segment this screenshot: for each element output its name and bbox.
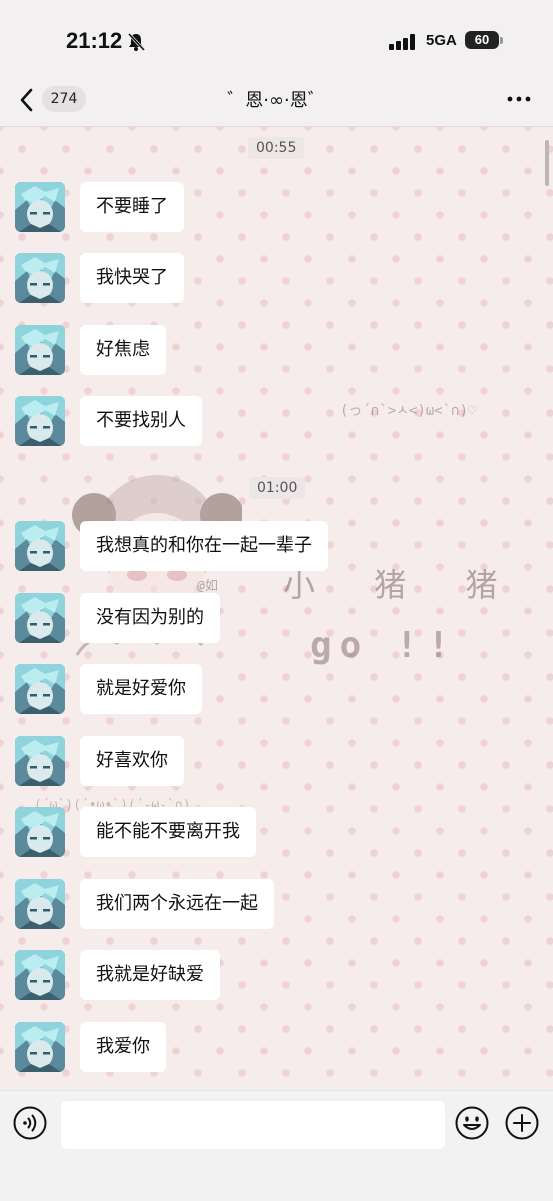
status-bar: 21:12 5GA 60 <box>0 0 553 80</box>
avatar[interactable] <box>15 396 65 446</box>
chat-timestamp: 01:00 <box>249 477 306 499</box>
plus-icon[interactable] <box>505 1106 539 1140</box>
bell-slash-icon <box>127 32 146 52</box>
message-row: 我想真的和你在一起一辈子 <box>0 521 553 573</box>
message-bubble[interactable]: 我们两个永远在一起 <box>80 879 274 929</box>
avatar[interactable] <box>15 253 65 303</box>
chat-scrollbar[interactable] <box>545 140 549 186</box>
message-row: 好焦虑 <box>0 325 553 377</box>
avatar[interactable] <box>15 807 65 857</box>
avatar[interactable] <box>15 664 65 714</box>
chat-header: 274 ゛恩·∞·恩゛ <box>0 80 553 127</box>
avatar[interactable] <box>15 736 65 786</box>
avatar[interactable] <box>15 521 65 571</box>
message-bubble[interactable]: 我想真的和你在一起一辈子 <box>80 521 328 571</box>
message-bubble[interactable]: 能不能不要离开我 <box>80 807 256 857</box>
message-bubble[interactable]: 我爱你 <box>80 1022 166 1072</box>
message-bubble[interactable]: 我快哭了 <box>80 253 184 303</box>
battery-level: 60 <box>465 31 499 49</box>
message-row: 没有因为别的 <box>0 593 553 645</box>
background-watermark: @如 <box>197 579 218 594</box>
chat-timestamp: 00:55 <box>248 137 305 159</box>
message-row: 我们两个永远在一起 <box>0 879 553 931</box>
signal-icon <box>389 34 415 50</box>
avatar[interactable] <box>15 593 65 643</box>
message-bubble[interactable]: 不要找别人 <box>80 396 202 446</box>
avatar[interactable] <box>15 950 65 1000</box>
avatar[interactable] <box>15 1022 65 1072</box>
avatar[interactable] <box>15 325 65 375</box>
message-input-bar <box>0 1090 553 1201</box>
network-type: 5GA <box>426 32 457 49</box>
message-bubble[interactable]: 好喜欢你 <box>80 736 184 786</box>
message-bubble[interactable]: 不要睡了 <box>80 182 184 232</box>
message-row: 能不能不要离开我 <box>0 807 553 859</box>
emoji-icon[interactable] <box>455 1106 489 1140</box>
message-bubble[interactable]: 好焦虑 <box>80 325 166 375</box>
message-bubble[interactable]: 我就是好缺爱 <box>80 950 220 1000</box>
status-time: 21:12 <box>66 28 123 53</box>
battery-tip <box>500 37 503 44</box>
chat-title: ゛恩·∞·恩゛ <box>227 90 326 111</box>
avatar[interactable] <box>15 182 65 232</box>
message-row: 我就是好缺爱 <box>0 950 553 1002</box>
voice-icon[interactable] <box>13 1106 47 1140</box>
message-row: 不要找别人 <box>0 396 553 448</box>
message-row: 就是好爱你 <box>0 664 553 716</box>
message-text-field[interactable] <box>61 1101 445 1149</box>
message-bubble[interactable]: 就是好爱你 <box>80 664 202 714</box>
message-row: 好喜欢你 <box>0 736 553 788</box>
avatar[interactable] <box>15 879 65 929</box>
message-row: 不要睡了 <box>0 182 553 234</box>
message-bubble[interactable]: 没有因为别的 <box>80 593 220 643</box>
message-row: 我爱你 <box>0 1022 553 1074</box>
message-row: 我快哭了 <box>0 253 553 305</box>
more-icon[interactable] <box>506 88 532 110</box>
